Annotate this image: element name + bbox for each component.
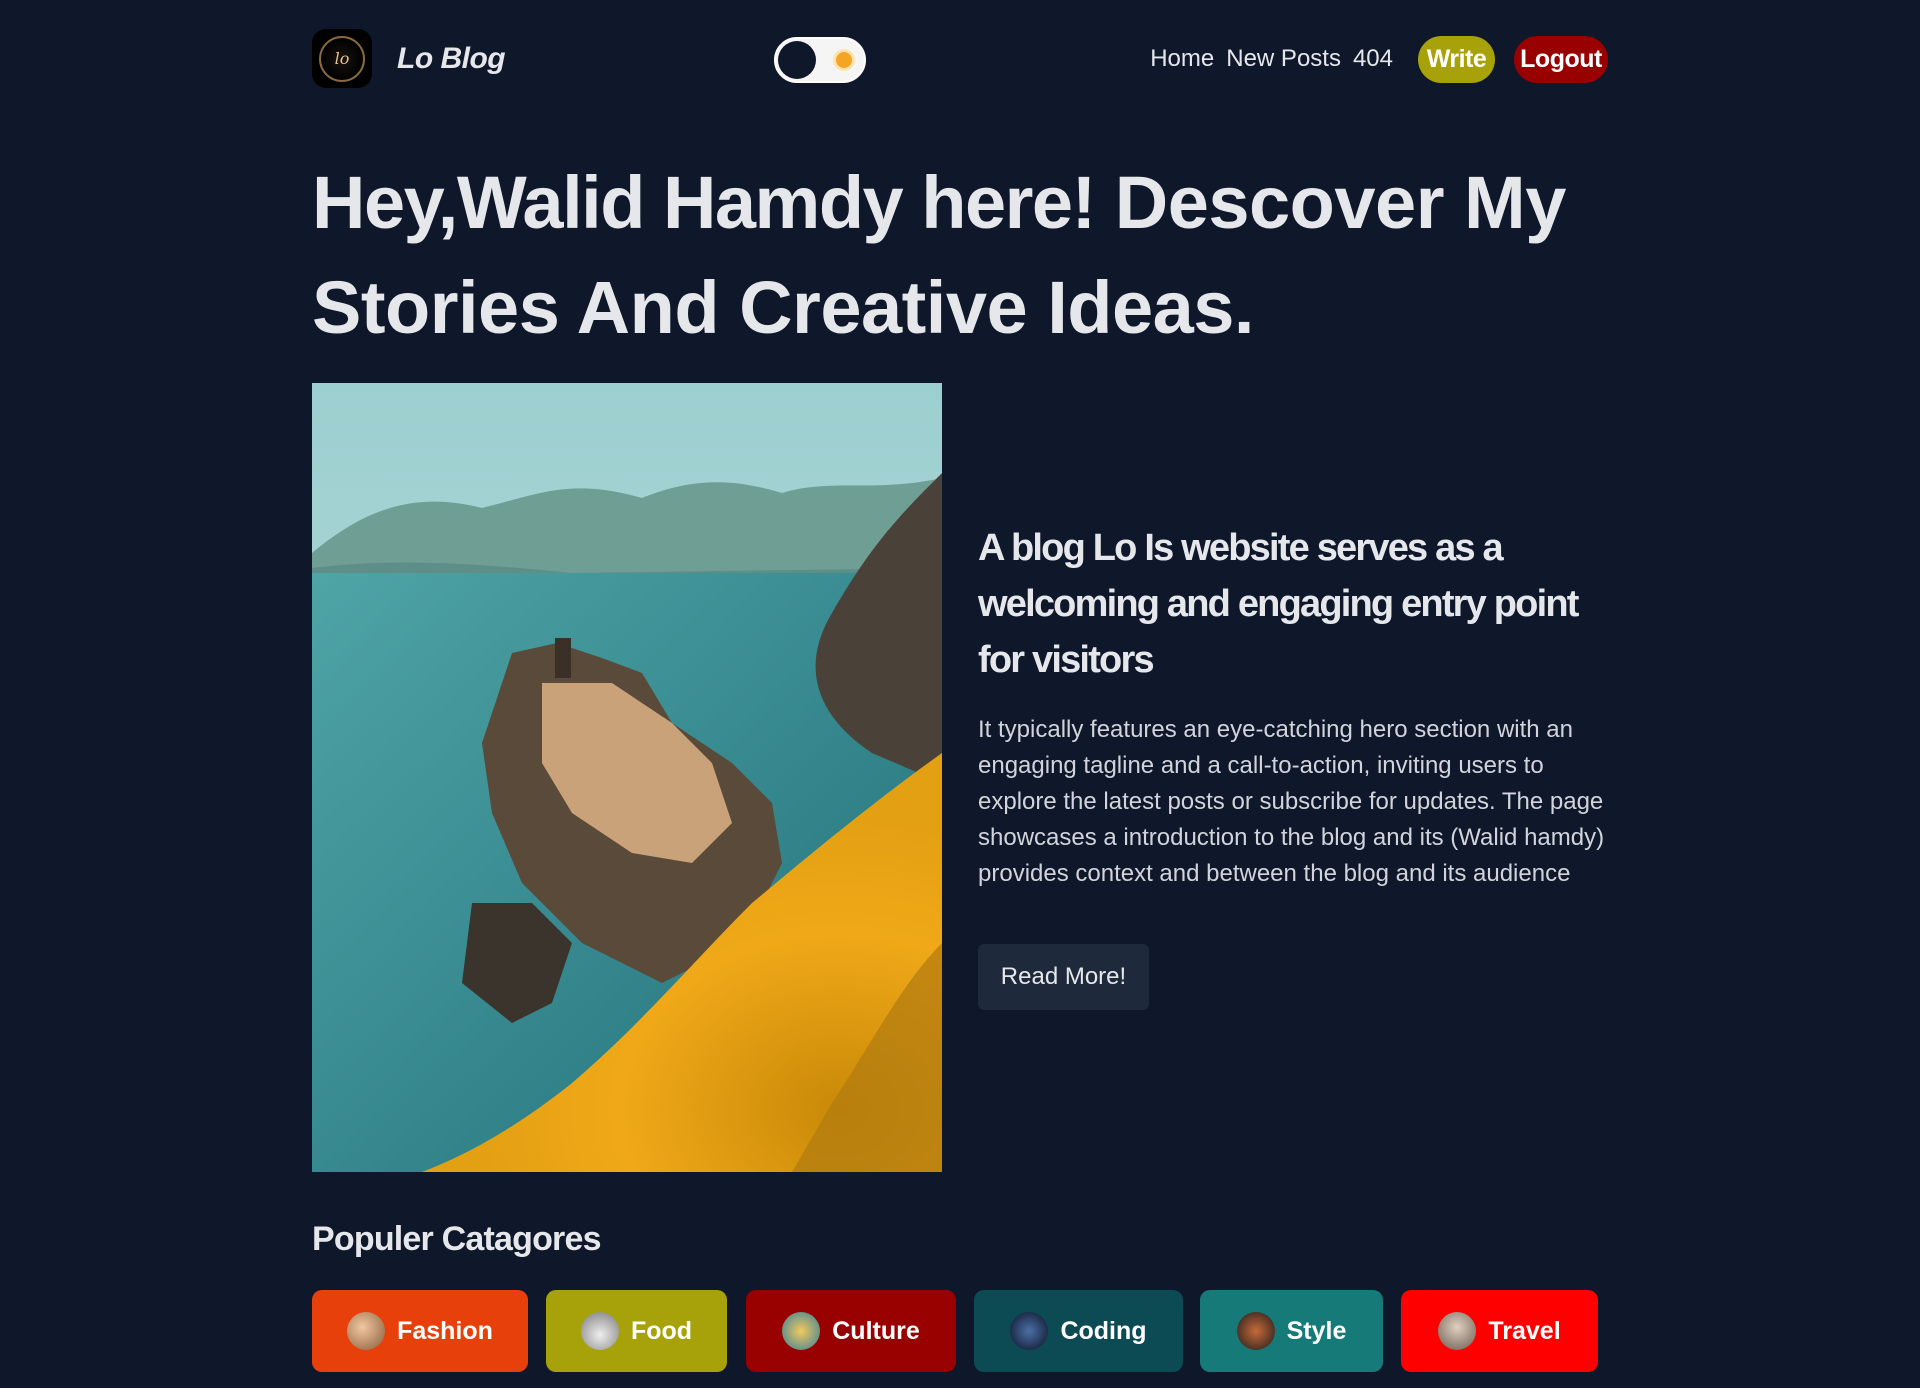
category-coding[interactable]: Coding: [974, 1290, 1183, 1372]
category-style-thumb-icon: [1236, 1312, 1275, 1350]
feature-title: A blog Lo Is website serves as a welcomi…: [978, 527, 1579, 681]
category-food[interactable]: Food: [546, 1290, 727, 1372]
feature-description: It typically features an eye-catching he…: [978, 716, 1605, 887]
page: lo Lo Blog Home New Posts 404 Write Logo…: [0, 0, 1920, 1388]
navbar: lo Lo Blog Home New Posts 404 Write Logo…: [312, 29, 1608, 88]
logout-button[interactable]: Logout: [1514, 35, 1608, 83]
category-fashion[interactable]: Fashion: [312, 1290, 528, 1372]
category-food-thumb-icon: [580, 1312, 619, 1350]
category-label: Fashion: [397, 1316, 493, 1345]
category-label: Culture: [832, 1316, 920, 1345]
lo-monogram-logo-icon: lo: [312, 29, 372, 88]
category-travel[interactable]: Travel: [1401, 1290, 1598, 1372]
feature-image: [312, 383, 942, 1172]
category-label: Coding: [1060, 1316, 1147, 1345]
category-travel-thumb-icon: [1438, 1312, 1477, 1350]
nav-link-404[interactable]: 404: [1353, 45, 1393, 73]
hero-title: Hey,Walid Hamdy here! Descover My Storie…: [312, 150, 1632, 360]
sun-icon: [832, 48, 856, 72]
brand-name: Lo Blog: [397, 41, 506, 75]
moon-knob-icon: [778, 41, 816, 79]
hero-title-bold: Hey,Walid Hamdy here!: [312, 161, 1096, 244]
category-fashion-thumb-icon: [347, 1312, 386, 1350]
categories-heading: Populer Catagores: [312, 1220, 602, 1258]
nav-link-home[interactable]: Home: [1150, 45, 1214, 73]
category-label: Style: [1286, 1316, 1347, 1345]
category-culture-thumb-icon: [782, 1312, 821, 1350]
write-button[interactable]: Write: [1418, 35, 1495, 83]
nav-links: Home New Posts 404 Write Logout: [1150, 34, 1608, 84]
category-label: Food: [630, 1316, 693, 1345]
category-label: Travel: [1488, 1316, 1561, 1345]
theme-toggle[interactable]: [774, 37, 866, 83]
category-coding-thumb-icon: [1010, 1312, 1049, 1350]
logo[interactable]: lo Lo Blog: [312, 29, 506, 88]
read-more-button[interactable]: Read More!: [978, 944, 1149, 1010]
feature-text: A blog Lo Is website serves as a welcomi…: [978, 520, 1608, 1010]
category-culture[interactable]: Culture: [746, 1290, 956, 1372]
nav-link-new-posts[interactable]: New Posts: [1226, 45, 1341, 73]
category-style[interactable]: Style: [1200, 1290, 1383, 1372]
